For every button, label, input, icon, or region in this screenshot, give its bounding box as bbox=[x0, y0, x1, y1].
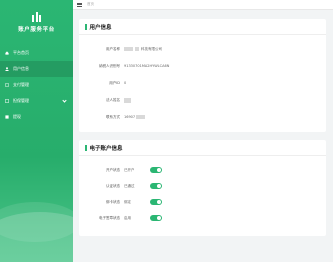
guarantee-icon bbox=[5, 99, 9, 103]
withdraw-icon bbox=[5, 115, 9, 119]
field-label: 用户ID bbox=[109, 80, 120, 85]
field-label: 纳税人识别号 bbox=[99, 63, 120, 68]
status-text: 启用 bbox=[124, 215, 131, 220]
payment-icon bbox=[4, 83, 10, 87]
status-row: 开户状态 已开户 bbox=[79, 166, 326, 174]
chevron-down-icon bbox=[62, 98, 67, 103]
status-row: 认证状态 已通过 bbox=[79, 182, 326, 190]
field-row: 联系方式 16907 bbox=[79, 113, 326, 121]
account-open-toggle[interactable] bbox=[150, 167, 162, 173]
redacted-mask bbox=[124, 97, 131, 103]
status-label: 绑卡状态 bbox=[106, 199, 120, 204]
sidebar-item-user-info[interactable]: 用户信息 bbox=[0, 61, 73, 77]
topbar: 首页 bbox=[73, 0, 333, 10]
sidebar-item-label: 平台首页 bbox=[13, 50, 29, 55]
app-title: 账户服务平台 bbox=[18, 27, 55, 33]
menu-toggle-icon[interactable] bbox=[77, 2, 82, 7]
status-text: 已开户 bbox=[124, 167, 135, 172]
field-label: 用户名称 bbox=[106, 46, 120, 51]
field-label: 法人姓名 bbox=[106, 97, 120, 102]
verification-toggle[interactable] bbox=[150, 183, 162, 189]
sidebar-item-label: 支付管理 bbox=[13, 82, 29, 87]
sidebar-item-home[interactable]: 平台首页 bbox=[0, 45, 73, 61]
accent-bar bbox=[85, 144, 87, 151]
status-label: 电子签章状态 bbox=[99, 215, 120, 220]
status-value: 已通过 bbox=[124, 183, 162, 189]
user-icon bbox=[5, 67, 9, 71]
field-row: 用户ID 0 bbox=[79, 79, 326, 87]
field-row: 纳税人识别号 91330701MA2HYWLCA6N bbox=[79, 62, 326, 70]
status-text: 已通过 bbox=[124, 183, 135, 188]
field-value: 科技有限公司 bbox=[124, 47, 162, 52]
field-label: 联系方式 bbox=[106, 114, 120, 119]
phone-value: 16907 bbox=[124, 115, 136, 119]
sidebar: 账户服务平台 平台首页 用户信息 支付管理 担保管理 提现 bbox=[0, 0, 73, 262]
status-value: 已开户 bbox=[124, 167, 162, 173]
card-title: 用户信息 bbox=[89, 24, 112, 31]
card-binding-toggle[interactable] bbox=[150, 199, 162, 205]
sidebar-item-label: 提现 bbox=[13, 114, 21, 119]
status-value: 绑定 bbox=[124, 199, 162, 205]
redacted-mask bbox=[136, 115, 146, 119]
card-title: 电子账户信息 bbox=[89, 145, 123, 152]
logo: 账户服务平台 bbox=[0, 12, 73, 33]
user-id-value: 0 bbox=[124, 81, 127, 85]
account-info-card: 电子账户信息 开户状态 已开户 认证状态 已通过 绑卡状态 绑定 电子签章状态 … bbox=[79, 140, 326, 236]
field-value: 16907 bbox=[124, 115, 147, 119]
sidebar-item-guarantee[interactable]: 担保管理 bbox=[0, 93, 73, 109]
status-row: 电子签章状态 启用 bbox=[79, 214, 326, 222]
e-signature-toggle[interactable] bbox=[150, 215, 162, 221]
status-text: 绑定 bbox=[124, 199, 131, 204]
redacted-mask bbox=[124, 47, 133, 51]
sidebar-item-label: 用户信息 bbox=[13, 66, 29, 71]
home-icon bbox=[5, 51, 9, 55]
field-row: 用户名称 科技有限公司 bbox=[79, 45, 326, 53]
status-row: 绑卡状态 绑定 bbox=[79, 198, 326, 206]
user-name-value: 科技有限公司 bbox=[141, 46, 162, 51]
user-info-card: 用户信息 用户名称 科技有限公司 纳税人识别号 91330701MA2HYWLC… bbox=[79, 19, 326, 132]
redacted-mask bbox=[135, 47, 139, 51]
card-header: 用户信息 bbox=[79, 19, 326, 35]
sidebar-item-payment[interactable]: 支付管理 bbox=[0, 77, 73, 93]
status-value: 启用 bbox=[124, 215, 162, 221]
breadcrumb[interactable]: 首页 bbox=[87, 2, 94, 7]
accent-bar bbox=[85, 23, 87, 30]
field-row: 法人姓名 bbox=[79, 96, 326, 104]
logo-icon bbox=[32, 12, 41, 22]
field-value bbox=[124, 97, 133, 103]
sidebar-item-withdraw[interactable]: 提现 bbox=[0, 109, 73, 125]
status-label: 开户状态 bbox=[106, 167, 120, 172]
status-label: 认证状态 bbox=[106, 183, 120, 188]
sidebar-item-label: 担保管理 bbox=[13, 98, 29, 103]
tax-id-value: 91330701MA2HYWLCA6N bbox=[124, 64, 170, 68]
card-header: 电子账户信息 bbox=[79, 140, 326, 156]
sidebar-wave-decoration bbox=[0, 202, 73, 242]
sidebar-nav: 平台首页 用户信息 支付管理 担保管理 提现 bbox=[0, 45, 73, 125]
